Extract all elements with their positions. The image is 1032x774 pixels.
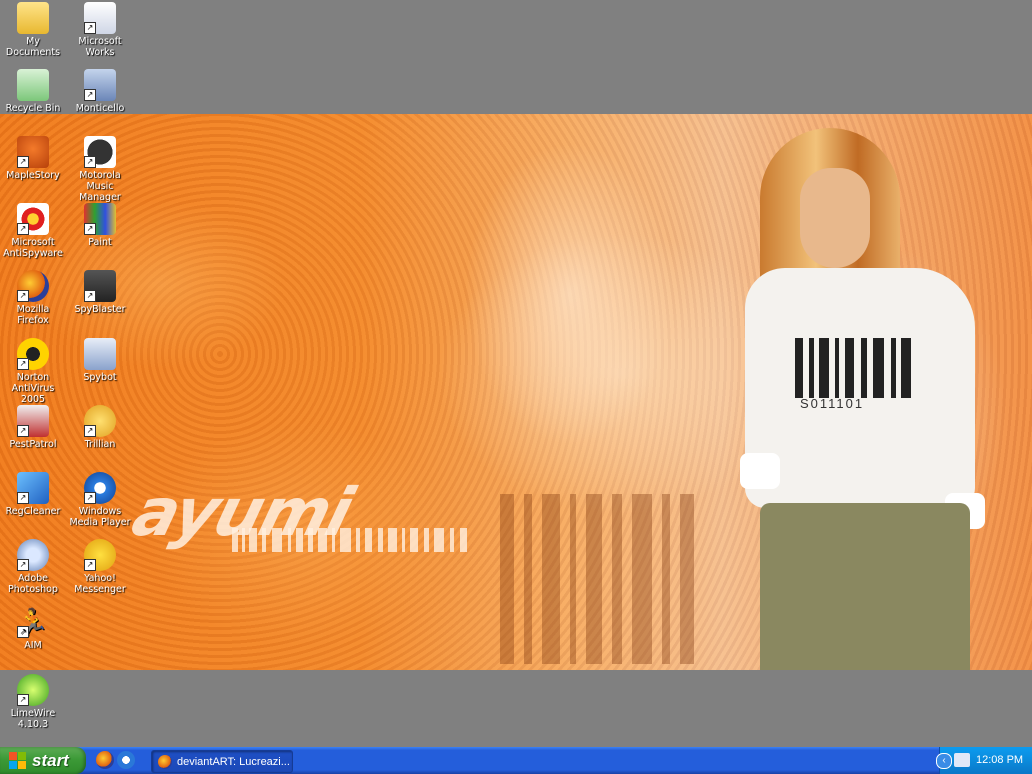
shirt-number: S011101: [800, 396, 865, 411]
system-tray: ‹ 12:08 PM: [936, 747, 1032, 774]
desktop-icon-regcleaner[interactable]: ↗ RegCleaner: [0, 472, 66, 517]
desktop-icon-label: Monticello: [75, 103, 125, 114]
wristband-left: [740, 453, 780, 489]
desktop-icon-label: Paint: [88, 237, 112, 248]
desktop-icon-mozilla-firefox[interactable]: ↗ Mozilla Firefox: [0, 270, 66, 326]
limewire-icon: ↗: [17, 674, 49, 706]
desktop-icon-recycle-bin[interactable]: Recycle Bin: [0, 69, 66, 114]
desktop-wallpaper: ayumi S011101: [0, 114, 1032, 670]
pestpatrol-icon: ↗: [17, 405, 49, 437]
desktop-icon-microsoft-antispyware[interactable]: ↗ Microsoft AntiSpyware: [0, 203, 66, 259]
wallpaper-face: [800, 168, 870, 268]
wallpaper-pants: [760, 503, 970, 670]
desktop-icon-microsoft-works[interactable]: ↗ Microsoft Works: [67, 2, 133, 58]
firefox-icon: ↗: [17, 270, 49, 302]
wallpaper-logo-barcode: [232, 528, 467, 552]
recycle-bin-icon: [17, 69, 49, 101]
desktop-icon-norton-antivirus[interactable]: ↗ Norton AntiVirus 2005: [0, 338, 66, 405]
desktop-icon-adobe-photoshop[interactable]: ↗ Adobe Photoshop: [0, 539, 66, 595]
desktop-icon-label: Spybot: [83, 372, 117, 383]
start-label: start: [32, 750, 69, 770]
aim-icon: 🏃 ↗: [16, 606, 50, 638]
desktop-icon-my-documents[interactable]: My Documents: [0, 2, 66, 58]
monticello-icon: ↗: [84, 69, 116, 101]
spyblaster-icon: ↗: [84, 270, 116, 302]
motorola-icon: ↗: [84, 136, 116, 168]
task-button-label: deviantART: Lucreazi...: [177, 755, 290, 768]
desktop-icon-label: Yahoo! Messenger: [74, 573, 126, 595]
desktop-icon-label: Trillian: [84, 439, 116, 450]
works-icon: ↗: [84, 2, 116, 34]
trillian-icon: ↗: [84, 405, 116, 437]
desktop-icon-label: AIM: [24, 640, 42, 651]
desktop-icon-label: LimeWire 4.10.3: [10, 708, 56, 730]
desktop-icon-label: Microsoft Works: [78, 36, 122, 58]
desktop-icon-trillian[interactable]: ↗ Trillian: [67, 405, 133, 450]
tray-clock[interactable]: 12:08 PM: [976, 754, 1023, 766]
quick-launch-firefox-icon[interactable]: [96, 751, 114, 769]
desktop-icon-label: Mozilla Firefox: [16, 304, 50, 326]
desktop-icon-label: Microsoft AntiSpyware: [3, 237, 63, 259]
desktop-icon-pestpatrol[interactable]: ↗ PestPatrol: [0, 405, 66, 450]
desktop-icon-label: Recycle Bin: [5, 103, 61, 114]
desktop-icon-spybot[interactable]: Spybot: [67, 338, 133, 383]
desktop-icon-label: My Documents: [5, 36, 61, 58]
desktop-icon-maplestory[interactable]: ↗ MapleStory: [0, 136, 66, 181]
spybot-icon: [84, 338, 116, 370]
firefox-icon: [158, 754, 172, 769]
desktop-icon-windows-media-player[interactable]: ↗ Windows Media Player: [67, 472, 133, 528]
photoshop-icon: ↗: [17, 539, 49, 571]
tray-expand-icon[interactable]: ‹: [936, 753, 952, 769]
start-button[interactable]: start: [0, 747, 86, 774]
antispyware-icon: ↗: [17, 203, 49, 235]
desktop-icon-spyblaster[interactable]: ↗ SpyBlaster: [67, 270, 133, 315]
desktop-icon-yahoo-messenger[interactable]: ↗ Yahoo! Messenger: [67, 539, 133, 595]
windows-logo-icon: [9, 751, 27, 770]
desktop-icon-label: Adobe Photoshop: [8, 573, 58, 595]
desktop-icon-label: RegCleaner: [5, 506, 61, 517]
desktop-icon-label: Norton AntiVirus 2005: [11, 372, 55, 405]
quick-launch-ie-icon[interactable]: [117, 751, 135, 769]
wallpaper-ghost-barcode: [490, 494, 710, 664]
yahoo-messenger-icon: ↗: [84, 539, 116, 571]
desktop-icon-aim[interactable]: 🏃 ↗ AIM: [0, 606, 66, 652]
media-player-icon: ↗: [84, 472, 116, 504]
wallpaper-figure: S011101: [740, 128, 1000, 670]
desktop-icon-label: Motorola Music Manager: [79, 170, 121, 203]
network-icon[interactable]: [954, 753, 970, 767]
paint-icon: ↗: [84, 203, 116, 235]
desktop-icon-label: PestPatrol: [9, 439, 57, 450]
desktop-icon-motorola-music-manager[interactable]: ↗ Motorola Music Manager: [67, 136, 133, 203]
folder-documents-icon: [17, 2, 49, 34]
desktop-icon-label: Windows Media Player: [69, 506, 131, 528]
desktop-icon-label: SpyBlaster: [74, 304, 126, 315]
desktop-icon-limewire[interactable]: ↗ LimeWire 4.10.3: [0, 674, 66, 730]
maplestory-icon: ↗: [17, 136, 49, 168]
taskbar: start deviantART: Lucreazi... ‹ 12:08 PM: [0, 747, 1032, 774]
desktop-icon-monticello[interactable]: ↗ Monticello: [67, 69, 133, 114]
norton-icon: ↗: [17, 338, 49, 370]
desktop-icon-label: MapleStory: [6, 170, 60, 181]
regcleaner-icon: ↗: [17, 472, 49, 504]
taskbar-task-button[interactable]: deviantART: Lucreazi...: [151, 750, 293, 773]
desktop-icon-paint[interactable]: ↗ Paint: [67, 203, 133, 248]
